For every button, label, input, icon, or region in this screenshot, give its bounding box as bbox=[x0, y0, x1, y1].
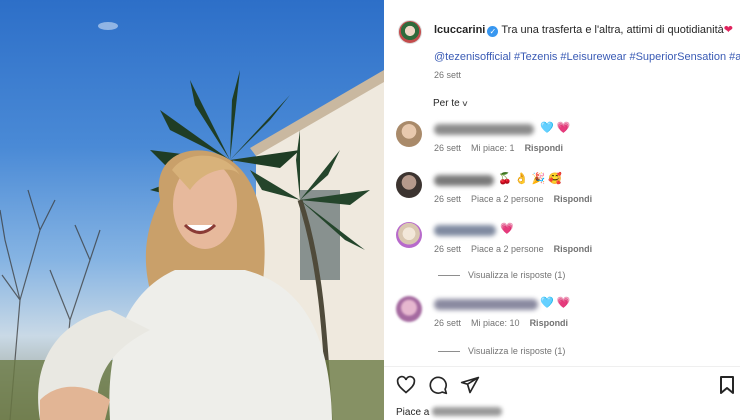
comment-likes[interactable]: Mi piace: 1 bbox=[471, 143, 515, 153]
hashtag-link[interactable]: #Leisurewear bbox=[560, 51, 626, 63]
commenter-avatar[interactable] bbox=[396, 222, 422, 248]
reply-button[interactable]: Rispondi bbox=[525, 143, 564, 153]
view-replies-label: Visualizza le risposte (1) bbox=[468, 270, 566, 280]
commenter-avatar[interactable] bbox=[396, 121, 422, 147]
sort-label: Per te bbox=[433, 98, 460, 109]
liked-by-username[interactable] bbox=[432, 407, 503, 416]
caption-text: Tra una trasferta e l'altra, attimi di q… bbox=[501, 24, 724, 36]
comment-likes[interactable]: Piace a 2 persone bbox=[471, 244, 544, 254]
comment-time: 26 sett bbox=[434, 318, 462, 328]
comment-text: 💗 bbox=[500, 223, 514, 235]
caption-heart-emoji: ❤ bbox=[723, 24, 733, 36]
hashtag-link[interactable]: #adv bbox=[729, 51, 740, 63]
comment-text: 🍒 👌 🎉 🥰 bbox=[498, 173, 562, 185]
reply-button[interactable]: Rispondi bbox=[554, 244, 593, 254]
comment-likes[interactable]: Mi piace: 10 bbox=[471, 318, 520, 328]
comment-item: 🩵 💗 26 sett Mi piace: 10 Rispondi bbox=[384, 296, 740, 336]
hashtags: @tezenisofficial #Tezenis #Leisurewear #Sup… bbox=[434, 51, 740, 63]
post-caption: lcuccarini ✓ Tra una trasferta e l'altra, … bbox=[434, 23, 736, 38]
verified-icon: ✓ bbox=[487, 26, 499, 37]
reply-line bbox=[438, 351, 460, 353]
view-replies-button[interactable]: Visualizza le risposte (1) bbox=[438, 270, 565, 280]
reply-line bbox=[438, 275, 460, 277]
chevron-down-icon: ∨ bbox=[460, 99, 469, 108]
commenter-username[interactable] bbox=[434, 299, 538, 310]
commenter-username[interactable] bbox=[434, 124, 534, 135]
author-avatar[interactable] bbox=[398, 20, 422, 44]
comment-time: 26 sett bbox=[434, 143, 462, 153]
share-icon[interactable] bbox=[460, 375, 480, 395]
post-photo[interactable] bbox=[0, 0, 384, 420]
hashtag-link[interactable]: @tezenisofficial bbox=[434, 51, 511, 63]
comment-meta: 26 sett Mi piace: 10 Rispondi bbox=[434, 318, 578, 328]
comment-text: 🩵 💗 bbox=[540, 297, 571, 309]
likes-text: Piace a bbox=[396, 407, 430, 418]
commenter-username[interactable] bbox=[434, 175, 494, 186]
view-replies-button[interactable]: Visualizza le risposte (1) bbox=[438, 346, 565, 356]
comment-meta: 26 sett Mi piace: 1 Rispondi bbox=[434, 143, 573, 153]
view-replies-label: Visualizza le risposte (1) bbox=[468, 346, 566, 356]
comment-meta: 26 sett Piace a 2 persone Rispondi bbox=[434, 244, 602, 254]
author-username[interactable]: lcuccarini bbox=[434, 24, 485, 36]
comment-sort-dropdown[interactable]: Per te∨ bbox=[433, 98, 468, 109]
comment-time: 26 sett bbox=[434, 194, 462, 204]
likes-summary[interactable]: Piace a bbox=[396, 407, 503, 418]
commenter-avatar[interactable] bbox=[396, 296, 422, 322]
comment-meta: 26 sett Piace a 2 persone Rispondi bbox=[434, 194, 602, 204]
comment-item: 💗 26 sett Piace a 2 persone Rispondi bbox=[384, 222, 740, 262]
bookmark-icon[interactable] bbox=[718, 375, 736, 395]
hashtag-link[interactable]: #Tezenis bbox=[514, 51, 557, 63]
heart-icon[interactable] bbox=[396, 375, 416, 395]
reply-button[interactable]: Rispondi bbox=[530, 318, 569, 328]
comment-icon[interactable] bbox=[428, 375, 448, 395]
comment-time: 26 sett bbox=[434, 244, 462, 254]
photo-illustration bbox=[0, 22, 384, 420]
commenter-avatar[interactable] bbox=[396, 172, 422, 198]
hashtag-link[interactable]: #SuperiorSensation bbox=[629, 51, 726, 63]
comment-item: 🍒 👌 🎉 🥰 26 sett Piace a 2 persone Rispondi bbox=[384, 172, 740, 212]
comment-text: 🩵 💗 bbox=[540, 122, 571, 134]
divider bbox=[384, 366, 740, 367]
commenter-username[interactable] bbox=[434, 225, 496, 236]
reply-button[interactable]: Rispondi bbox=[554, 194, 593, 204]
post-panel: lcuccarini ✓ Tra una trasferta e l'altra, … bbox=[384, 0, 740, 420]
post-time: 26 sett bbox=[434, 70, 462, 80]
comment-likes[interactable]: Piace a 2 persone bbox=[471, 194, 544, 204]
comment-item: 🩵 💗 26 sett Mi piace: 1 Rispondi bbox=[384, 121, 740, 161]
post-actions bbox=[396, 375, 480, 395]
